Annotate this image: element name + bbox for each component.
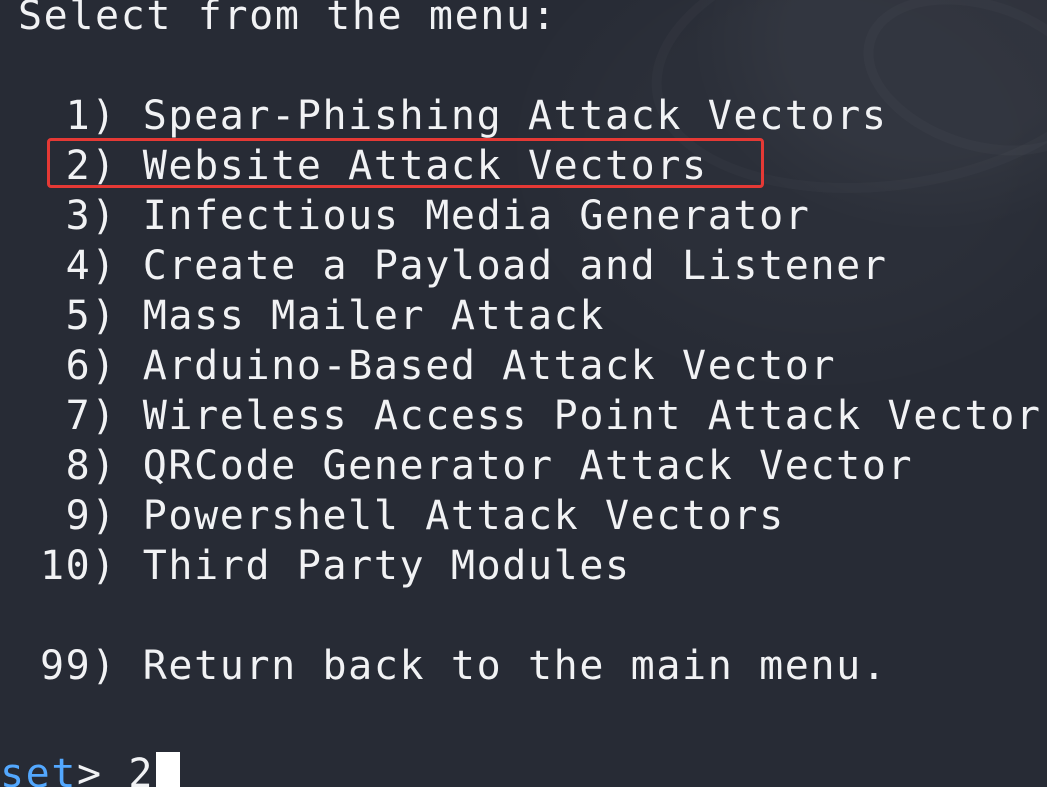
return-menu-item: 99) Return back to the main menu.	[40, 643, 888, 689]
menu-item-8: 8) QRCode Generator Attack Vector	[40, 443, 914, 489]
command-prompt[interactable]: set > 2	[0, 745, 181, 787]
menu-item-4: 4) Create a Payload and Listener	[40, 243, 888, 289]
menu-item-5: 5) Mass Mailer Attack	[40, 293, 606, 339]
terminal-window: Select from the menu: 1) Spear-Phishing …	[0, 0, 1047, 787]
menu-item-6: 6) Arduino-Based Attack Vector	[40, 343, 837, 389]
background-decoration	[843, 0, 1047, 183]
selected-menu-highlight	[47, 138, 764, 188]
menu-item-10: 10) Third Party Modules	[40, 543, 631, 589]
prompt-input[interactable]: 2	[128, 754, 154, 787]
menu-item-9: 9) Powershell Attack Vectors	[40, 493, 785, 539]
menu-item-1: 1) Spear-Phishing Attack Vectors	[40, 93, 888, 139]
menu-item-3: 3) Infectious Media Generator	[40, 193, 811, 239]
prompt-symbol: >	[77, 751, 129, 787]
menu-header: Select from the menu:	[18, 0, 558, 39]
text-cursor	[156, 752, 181, 787]
menu-item-7: 7) Wireless Access Point Attack Vector	[40, 393, 1042, 439]
prompt-prefix: set	[0, 751, 78, 787]
